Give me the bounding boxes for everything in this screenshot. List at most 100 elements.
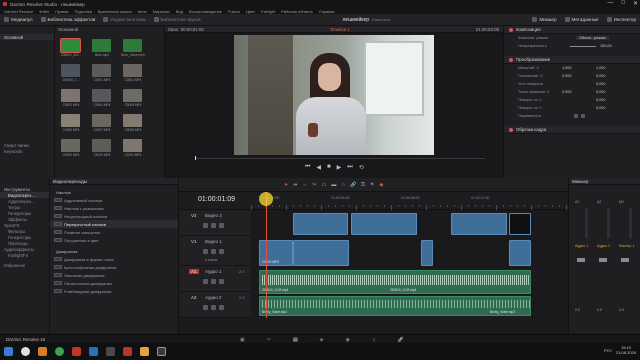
chrome-icon[interactable] (55, 347, 64, 356)
lock-track-icon[interactable] (203, 249, 208, 254)
media-thumbnail[interactable] (92, 139, 111, 152)
marker-icon[interactable]: ◆ (379, 182, 383, 188)
composite-mode-select[interactable]: Обычн...режим (576, 36, 609, 40)
media-thumbnail[interactable] (123, 64, 142, 77)
file-explorer-icon[interactable] (38, 347, 47, 356)
skip-end-icon[interactable]: ⏭ (347, 164, 352, 171)
zoom-x-value[interactable]: 1,000 (562, 66, 572, 70)
timeline-ruler[interactable]: 01:00:00:0001:00:04:0001:00:08:0001:00:1… (251, 192, 568, 210)
solo-icon[interactable] (211, 305, 216, 310)
flip-h-icon[interactable] (574, 114, 578, 118)
mixer-fader[interactable] (599, 258, 607, 262)
menu-item[interactable]: Fairlight (261, 9, 275, 14)
transform-section[interactable]: Преобразование (504, 56, 640, 64)
mixer-button[interactable]: Микшер (528, 14, 560, 26)
close-button[interactable]: ✕ (633, 0, 638, 7)
start-icon[interactable] (4, 347, 13, 356)
auto-select-icon[interactable] (211, 223, 216, 228)
transition-item[interactable]: Пятиугольная диафрагма (50, 279, 178, 287)
blade-tool-icon[interactable]: ✂ (312, 182, 316, 188)
anchor-x-value[interactable]: 0,000 (562, 90, 572, 94)
media-thumbnail[interactable] (123, 39, 142, 52)
app-icon[interactable] (89, 347, 98, 356)
media-thumbnail[interactable] (123, 89, 142, 102)
transition-item[interactable]: Перекрестный наплыв (50, 220, 178, 228)
track-visible-icon[interactable] (219, 223, 224, 228)
transition-item[interactable]: Ромбовидная диафрагма (50, 287, 178, 295)
media-thumbnail[interactable] (123, 139, 142, 152)
app-icon[interactable] (106, 347, 115, 356)
pitch-value[interactable]: 0,000 (596, 98, 606, 102)
menu-item[interactable]: Справка (319, 9, 335, 14)
crop-section[interactable]: Обрезка кадра (504, 126, 640, 134)
tree-favorites[interactable]: Избранное (0, 262, 49, 268)
resolve-taskbar-icon[interactable] (157, 347, 166, 356)
media-thumbnail[interactable] (61, 89, 80, 102)
maximize-button[interactable]: □ (621, 0, 625, 7)
flip-v-icon[interactable] (581, 114, 585, 118)
effects-library-button[interactable]: Библиотека эффектов (37, 14, 100, 26)
lock-track-icon[interactable] (203, 279, 208, 284)
scrubber-head[interactable] (195, 156, 196, 160)
clock-date[interactable]: 23.08.2020 (616, 350, 636, 355)
transition-item[interactable]: Овальная диафрагма (50, 271, 178, 279)
insert-clip-icon[interactable]: ▭ (322, 182, 327, 188)
bin-keywords[interactable]: Keywords (0, 148, 54, 154)
dynamic-trim-icon[interactable]: ⇔ (302, 182, 307, 188)
transition-item[interactable]: Плавное смещение (50, 228, 178, 236)
trim-tool-icon[interactable]: ⇹ (293, 182, 297, 188)
selection-tool-icon[interactable]: ➤ (284, 182, 288, 188)
timeline-clip-v2-1[interactable] (293, 213, 348, 235)
lock-track-icon[interactable] (203, 305, 208, 310)
link-icon[interactable]: 🔗 (350, 182, 356, 188)
media-pool-button[interactable]: Медиапул (0, 14, 37, 26)
position-y-value[interactable]: 0,000 (596, 74, 606, 78)
auto-select-icon[interactable] (211, 249, 216, 254)
stop-icon[interactable]: ■ (327, 164, 331, 171)
transition-item[interactable]: Крестообразная диафрагма (50, 263, 178, 271)
media-thumbnail[interactable] (92, 64, 111, 77)
edit-index-button[interactable]: Индекс монтажа (99, 14, 149, 26)
skip-start-icon[interactable]: ⏮ (305, 164, 310, 171)
mixer-fader[interactable] (621, 258, 629, 262)
position-x-value[interactable]: 0,000 (562, 74, 572, 78)
overwrite-clip-icon[interactable]: ▬ (331, 182, 336, 188)
anchor-y-value[interactable]: 0,000 (596, 90, 606, 94)
timeline-name[interactable]: Timeline 1 (330, 27, 350, 32)
loop-icon[interactable]: ⟲ (359, 164, 364, 171)
transition-item[interactable]: Неоднородный наплыв (50, 212, 178, 220)
solo-icon[interactable] (211, 279, 216, 284)
snapping-icon[interactable]: ∩ (341, 182, 345, 188)
lock-track-icon[interactable] (203, 223, 208, 228)
yaw-value[interactable]: 0,000 (596, 106, 606, 110)
timeline-clip-v1-2[interactable] (293, 240, 349, 266)
media-thumbnail[interactable] (61, 64, 80, 77)
timeline-clip-a1[interactable]: 200810_1122.mp4 200810_1122.mp4 (259, 270, 531, 294)
mute-icon[interactable] (219, 305, 224, 310)
transition-item[interactable]: Аддитивный наплыв (50, 196, 178, 204)
mixer-fader[interactable] (577, 258, 585, 262)
section-enable-icon[interactable] (509, 28, 513, 32)
opacity-slider[interactable] (570, 46, 596, 47)
timeline-clip-v2-2[interactable] (351, 213, 417, 235)
search-icon[interactable] (21, 347, 30, 356)
playhead[interactable] (266, 192, 267, 318)
minimize-button[interactable]: — (607, 0, 613, 7)
composite-section[interactable]: Композиция (504, 26, 640, 34)
media-thumbnail[interactable] (92, 39, 111, 52)
zoom-y-value[interactable]: 1,000 (596, 66, 606, 70)
media-thumbnail[interactable] (92, 114, 111, 127)
menu-item[interactable]: Цвет (246, 9, 255, 14)
timeline-clip-a2[interactable]: Bruhy_Voice.mp3 Bruhy_Voice.mp3 (259, 296, 531, 316)
section-enable-icon[interactable] (509, 58, 513, 62)
inspector-button[interactable]: Инспектор (603, 14, 640, 26)
sound-library-button[interactable]: Библиотека звуков (150, 14, 205, 26)
bin-master[interactable]: Основной (0, 34, 54, 40)
lock-icon[interactable]: ⚿ (361, 182, 365, 188)
play-icon[interactable]: ▶ (337, 164, 342, 171)
opacity-value[interactable]: 100,00 (600, 44, 612, 48)
viewer-scrubber[interactable] (165, 156, 503, 160)
rotation-value[interactable]: 0,000 (596, 82, 606, 86)
timeline-clip-v2-black[interactable] (509, 213, 531, 235)
timeline-clip-v1-3[interactable] (421, 240, 433, 266)
